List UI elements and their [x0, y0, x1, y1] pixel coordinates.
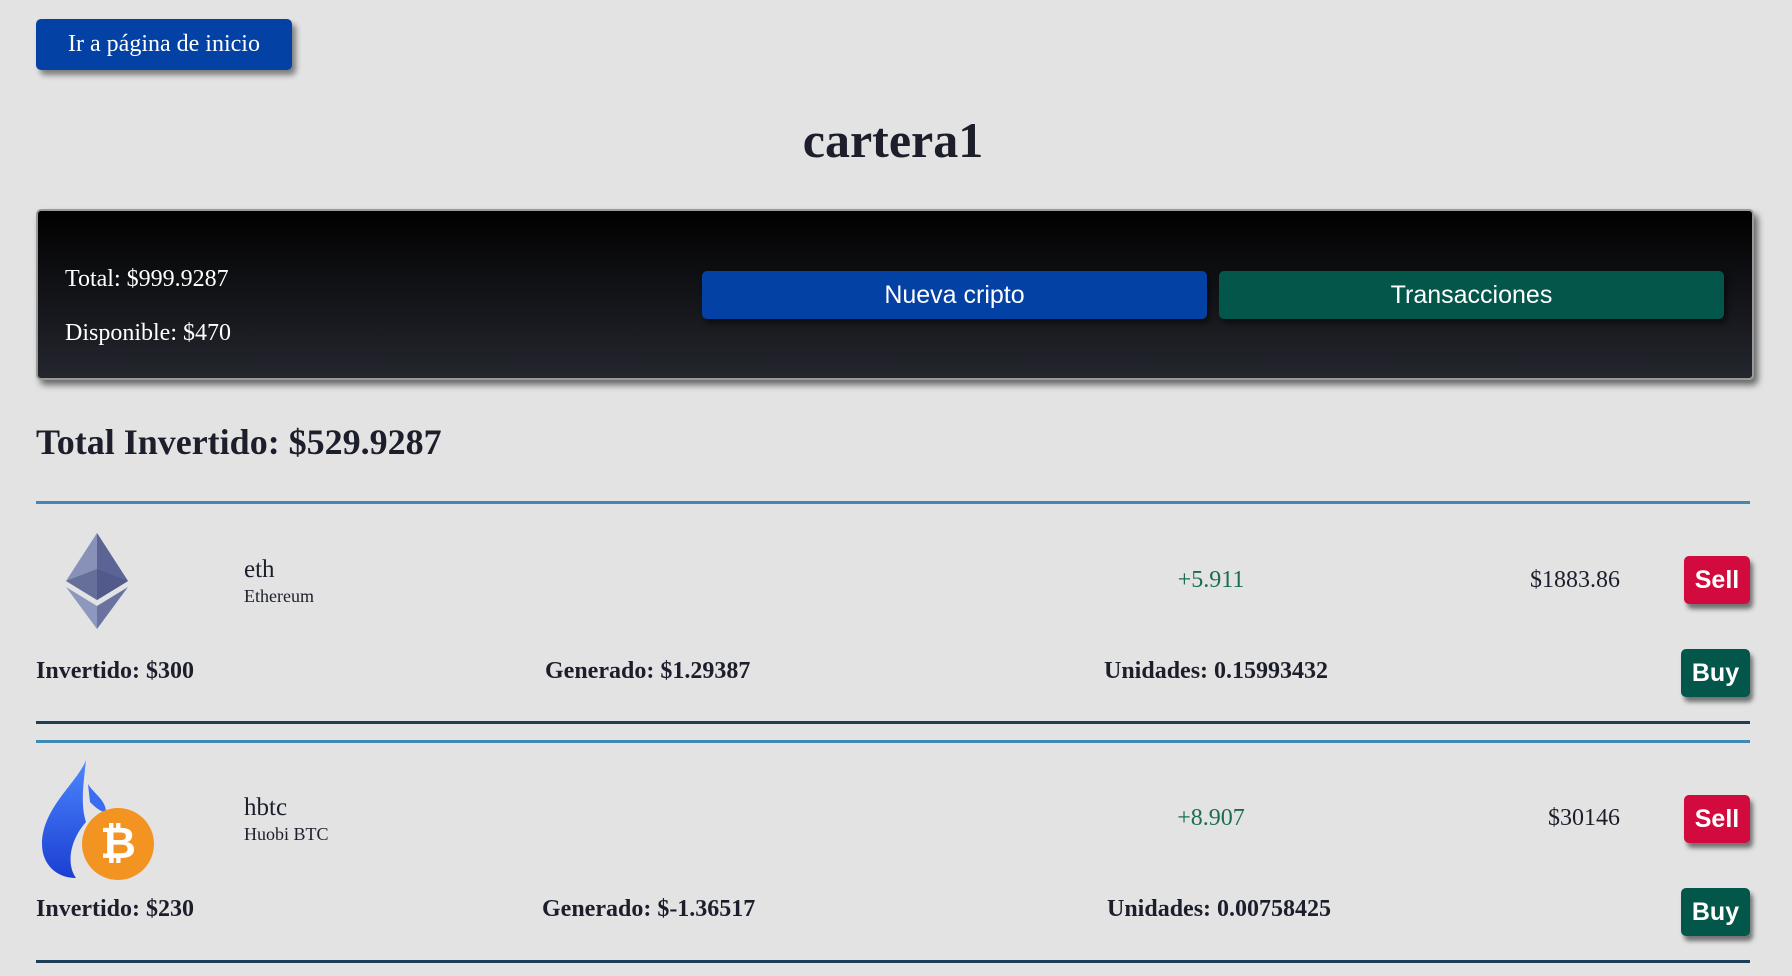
new-crypto-button[interactable]: Nueva cripto: [702, 271, 1207, 319]
asset-change: +5.911: [1177, 567, 1245, 593]
buy-button[interactable]: Buy: [1681, 649, 1750, 697]
asset-divider-top: [36, 740, 1750, 743]
asset-units: Unidades: 0.00758425: [1107, 896, 1332, 922]
huobi-btc-logo-icon: ₿: [42, 760, 154, 880]
portfolio-total: Total: $999.9287: [65, 266, 229, 292]
asset-units: Unidades: 0.15993432: [1104, 658, 1329, 684]
transactions-button[interactable]: Transacciones: [1219, 271, 1724, 319]
page-title: cartera1: [802, 112, 984, 168]
asset-divider-bottom: [36, 721, 1750, 724]
asset-symbol: eth: [244, 556, 275, 583]
asset-price: $1883.86: [1530, 567, 1620, 593]
asset-row-eth: eth Ethereum +5.911 $1883.86 Sell Invert…: [36, 501, 1750, 727]
asset-generated: Generado: $1.29387: [545, 658, 751, 684]
asset-row-hbtc: ₿ hbtc Huobi BTC +8.907 $30146 Sell Inve…: [36, 740, 1750, 966]
asset-symbol: hbtc: [244, 794, 288, 821]
ethereum-logo-icon: [66, 533, 128, 629]
buy-button[interactable]: Buy: [1681, 888, 1750, 936]
asset-divider-top: [36, 501, 1750, 504]
home-button[interactable]: Ir a página de inicio: [36, 19, 292, 70]
asset-invested: Invertido: $300: [36, 658, 194, 684]
sell-button[interactable]: Sell: [1684, 556, 1750, 604]
asset-name: Huobi BTC: [244, 824, 329, 844]
portfolio-page: Ir a página de inicio cartera1 Total: $9…: [0, 0, 1792, 976]
portfolio-summary-card: Total: $999.9287 Disponible: $470 Nueva …: [36, 209, 1754, 380]
portfolio-available: Disponible: $470: [65, 320, 231, 346]
total-invested-heading: Total Invertido: $529.9287: [36, 422, 442, 462]
svg-text:₿: ₿: [100, 819, 136, 868]
asset-price: $30146: [1548, 805, 1620, 831]
asset-generated: Generado: $-1.36517: [542, 896, 756, 922]
asset-change: +8.907: [1177, 805, 1245, 831]
sell-button[interactable]: Sell: [1684, 795, 1750, 843]
asset-name: Ethereum: [244, 586, 314, 606]
asset-divider-bottom: [36, 960, 1750, 963]
asset-invested: Invertido: $230: [36, 896, 194, 922]
